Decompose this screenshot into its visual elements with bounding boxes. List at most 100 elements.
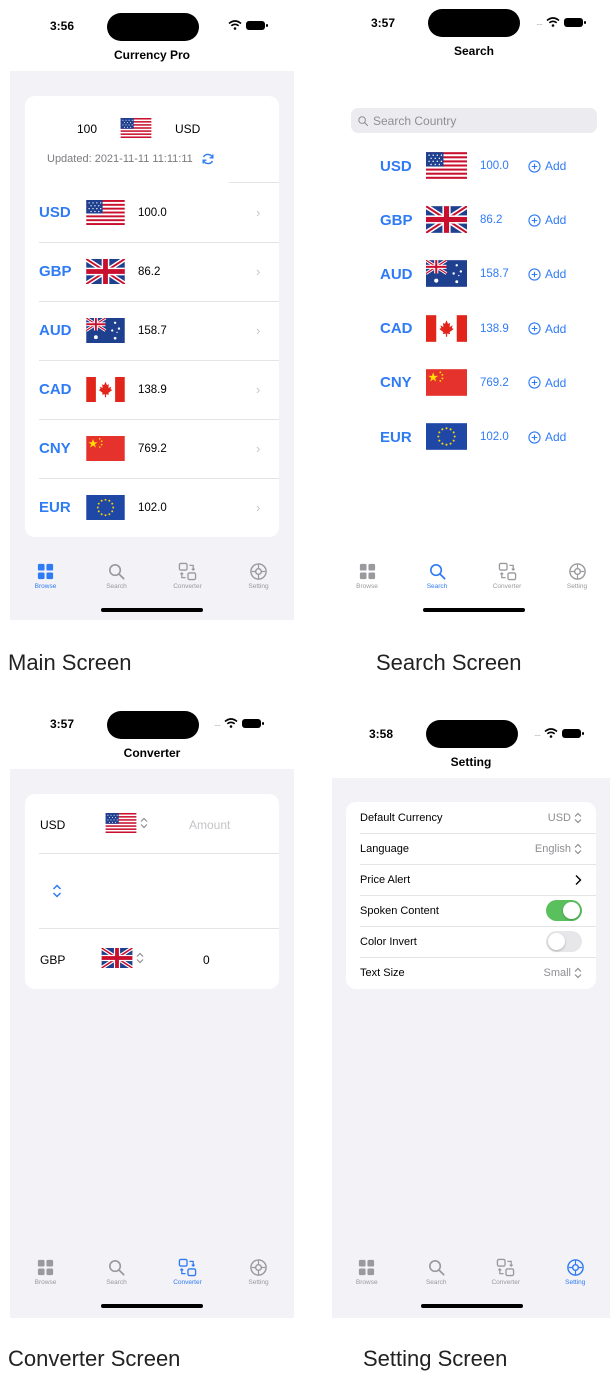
currency-value: 769.2 xyxy=(138,442,167,455)
chevron-right-icon: › xyxy=(256,500,261,515)
tab-converter[interactable]: Converter xyxy=(471,1258,541,1286)
currency-value: 86.2 xyxy=(480,214,503,227)
text-size-label: Text Size xyxy=(360,966,405,979)
tab-search[interactable]: Search xyxy=(81,562,152,590)
currency-value: 138.9 xyxy=(138,383,167,396)
search-placeholder: Search Country xyxy=(373,113,457,128)
to-currency-picker[interactable] xyxy=(101,948,144,968)
battery-icon xyxy=(242,718,265,728)
currency-code: CAD xyxy=(39,381,72,398)
currency-row[interactable]: CAD 138.9 › xyxy=(25,360,279,419)
divider xyxy=(39,478,279,479)
tab-search[interactable]: Search xyxy=(402,1258,472,1286)
refresh-icon[interactable] xyxy=(201,152,215,166)
tab-search[interactable]: Search xyxy=(81,1258,152,1286)
default-currency-label: Default Currency xyxy=(360,811,443,824)
amount-input[interactable]: Amount xyxy=(189,818,230,832)
add-button[interactable]: Add xyxy=(528,376,566,390)
add-button[interactable]: Add xyxy=(528,267,566,281)
grid-icon xyxy=(36,562,55,581)
wifi-icon xyxy=(546,17,560,27)
tab-setting[interactable]: Setting xyxy=(541,1258,611,1286)
tab-browse[interactable]: Browse xyxy=(10,1258,81,1286)
divider xyxy=(39,419,279,420)
gear-icon xyxy=(249,1258,268,1277)
swap-icon[interactable] xyxy=(52,884,62,898)
divider xyxy=(39,853,279,854)
price-alert-row[interactable]: Price Alert xyxy=(346,864,596,895)
add-button[interactable]: Add xyxy=(528,159,566,173)
currency-row[interactable]: USD 100.0 › xyxy=(25,183,279,242)
caption-converter: Converter Screen xyxy=(8,1346,181,1371)
tab-setting[interactable]: Setting xyxy=(223,562,294,590)
tab-converter[interactable]: Converter xyxy=(152,1258,223,1286)
page-title: Setting xyxy=(450,755,492,769)
default-currency-picker[interactable]: USD xyxy=(548,812,582,824)
search-icon xyxy=(107,1258,126,1277)
cellular-icon: .... xyxy=(214,718,221,728)
currency-row[interactable]: GBP 86.2 › xyxy=(25,242,279,301)
text-size-picker[interactable]: Small xyxy=(543,967,582,979)
chevron-updown-icon xyxy=(136,952,144,964)
divider xyxy=(39,928,279,929)
search-result-row: CAD 138.9 Add xyxy=(332,315,612,343)
canada-flag-icon xyxy=(426,315,467,342)
grid-icon xyxy=(36,1258,55,1277)
add-button[interactable]: Add xyxy=(528,322,566,336)
china-flag-icon xyxy=(426,369,467,396)
tab-setting[interactable]: Setting xyxy=(223,1258,294,1286)
add-button[interactable]: Add xyxy=(528,430,566,444)
chevron-right-icon: › xyxy=(256,323,261,338)
currency-row[interactable]: AUD 158.7 › xyxy=(25,301,279,360)
search-result-row: EUR 102.0 Add xyxy=(332,423,612,451)
home-indicator xyxy=(101,608,203,612)
spoken-content-toggle[interactable] xyxy=(546,900,582,921)
wifi-icon xyxy=(228,20,242,30)
language-row[interactable]: Language English xyxy=(346,833,596,864)
australia-flag-icon xyxy=(426,260,467,287)
currency-code: EUR xyxy=(39,499,71,516)
gear-icon xyxy=(566,1258,585,1277)
search-field[interactable]: Search Country xyxy=(351,108,597,133)
caption-setting: Setting Screen xyxy=(363,1346,508,1371)
default-currency-row[interactable]: Default Currency USD xyxy=(346,802,596,833)
color-invert-toggle[interactable] xyxy=(546,931,582,952)
tab-search[interactable]: Search xyxy=(402,562,472,590)
tab-converter[interactable]: Converter xyxy=(472,562,542,590)
spoken-content-row: Spoken Content xyxy=(346,895,596,926)
eu-flag-icon xyxy=(85,495,126,520)
currency-code: CNY xyxy=(380,374,412,392)
tab-browse[interactable]: Browse xyxy=(10,562,81,590)
chevron-updown-icon xyxy=(574,967,582,978)
us-flag-icon[interactable] xyxy=(120,118,152,138)
from-currency-picker[interactable] xyxy=(105,813,148,833)
divider xyxy=(39,360,279,361)
language-picker[interactable]: English xyxy=(535,843,582,855)
plus-circle-icon xyxy=(528,322,541,335)
status-time: 3:57 xyxy=(371,16,396,30)
currency-row[interactable]: CNY 769.2 › xyxy=(25,419,279,478)
search-result-row: AUD 158.7 Add xyxy=(332,260,612,288)
tab-converter[interactable]: Converter xyxy=(152,562,223,590)
cellular-icon: .... xyxy=(536,17,543,27)
chevron-right-icon xyxy=(575,874,582,885)
currency-code: USD xyxy=(39,204,71,221)
settings-card: Default Currency USD Language English Pr… xyxy=(346,802,596,989)
currency-row[interactable]: EUR 102.0 › xyxy=(25,478,279,537)
tab-browse[interactable]: Browse xyxy=(332,1258,402,1286)
tab-bar: Browse Search Converter Setting xyxy=(10,1258,294,1286)
search-screen-panel: 3:57 .... Search Search Country USD 100.0… xyxy=(332,0,612,620)
tab-bar: Browse Search Converter Setting xyxy=(10,562,294,590)
base-amount[interactable]: 100 xyxy=(77,122,97,136)
grid-icon xyxy=(357,1258,376,1277)
currency-code: GBP xyxy=(380,211,413,229)
tab-browse[interactable]: Browse xyxy=(332,562,402,590)
to-currency-code: GBP xyxy=(40,953,66,967)
add-button[interactable]: Add xyxy=(528,213,566,227)
home-indicator xyxy=(423,608,525,612)
tab-bar: Browse Search Converter Setting xyxy=(332,562,612,590)
tab-setting[interactable]: Setting xyxy=(542,562,612,590)
text-size-row[interactable]: Text Size Small xyxy=(346,957,596,988)
add-label: Add xyxy=(545,321,567,336)
currency-value: 86.2 xyxy=(138,265,161,278)
